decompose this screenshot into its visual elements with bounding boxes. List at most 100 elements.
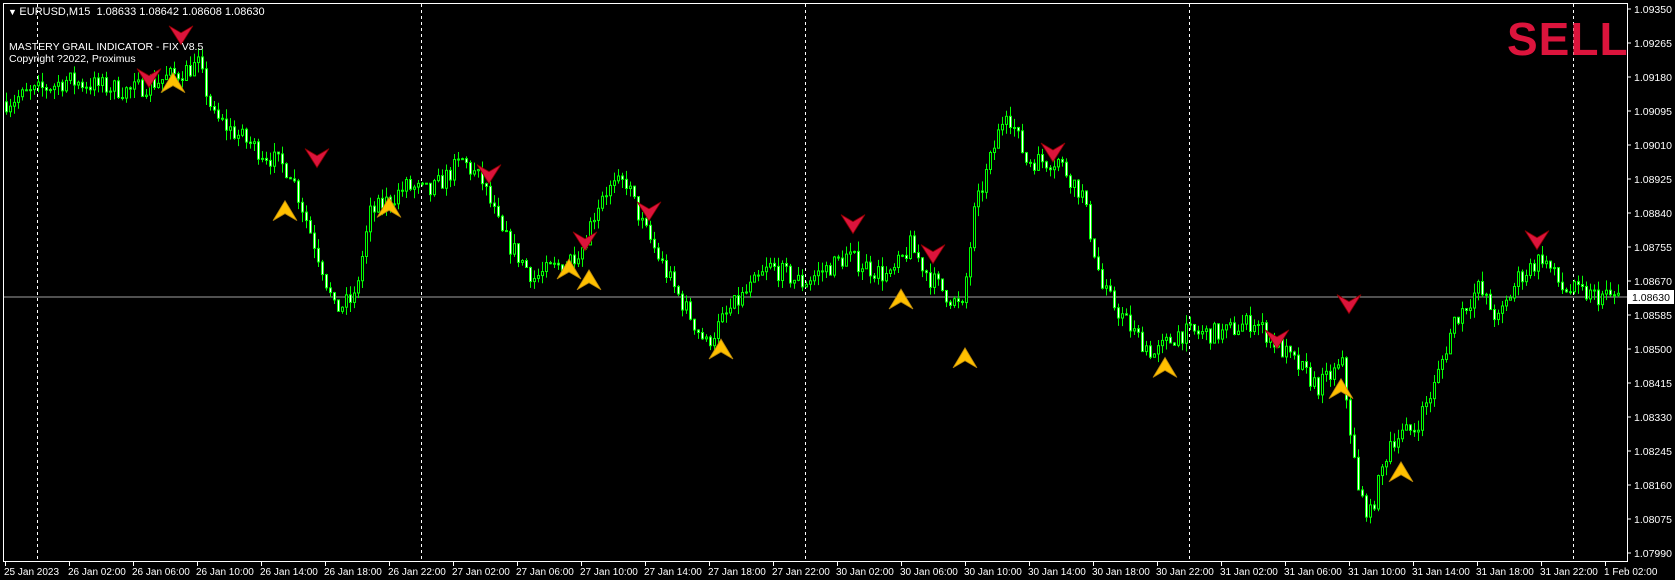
- time-axis: 25 Jan 2023 26 Jan 02:00 26 Jan 06:00 26 Ja…: [4, 562, 1658, 578]
- candle-body: [661, 258, 664, 262]
- candle-body: [1197, 330, 1200, 335]
- candle-body: [1129, 314, 1132, 332]
- candle-body: [133, 81, 136, 90]
- time-tick-label: 27 Jan 22:00: [772, 567, 830, 578]
- candle-body: [977, 190, 980, 208]
- candle-body: [125, 87, 128, 99]
- candle-body: [553, 262, 556, 265]
- candle-body: [837, 256, 840, 259]
- candle-body: [753, 274, 756, 283]
- candle-body: [157, 82, 160, 89]
- candle-body: [1125, 313, 1128, 316]
- candle-body: [721, 313, 724, 323]
- candle-body: [1333, 367, 1336, 380]
- candle-body: [1257, 324, 1260, 327]
- candle-body: [1337, 364, 1340, 369]
- candle-body: [1225, 324, 1228, 331]
- candle-body: [957, 298, 960, 302]
- candle-body: [405, 179, 408, 192]
- candle-body: [801, 274, 804, 288]
- candle-body: [185, 65, 188, 81]
- candle-body: [1117, 307, 1120, 319]
- candle-body: [1597, 289, 1600, 306]
- candle-body: [469, 162, 472, 175]
- candle-body: [273, 151, 276, 167]
- candle-body: [1073, 179, 1076, 188]
- candle-body: [1409, 424, 1412, 431]
- candle-body: [477, 168, 480, 172]
- candle-body: [1033, 162, 1036, 171]
- candle-body: [65, 79, 68, 92]
- candle-body: [1325, 370, 1328, 375]
- candle-body: [941, 278, 944, 291]
- candle-body: [697, 329, 700, 333]
- price-axis: 1.09350 1.09265 1.09180 1.09095 1.09010 1.089…: [1627, 4, 1674, 560]
- candle-body: [729, 307, 732, 314]
- candle-body: [41, 81, 44, 89]
- price-chart[interactable]: 1.09350 1.09265 1.09180 1.09095 1.09010 1.089…: [0, 0, 1675, 580]
- candle-body: [937, 273, 940, 280]
- candle-body: [1249, 315, 1252, 333]
- candle-body: [109, 90, 112, 93]
- candle-body: [1613, 294, 1616, 297]
- candle-body: [1293, 351, 1296, 356]
- candle-body: [1045, 161, 1048, 169]
- candle-body: [193, 62, 196, 77]
- price-tick-label: 1.08160: [1634, 480, 1672, 492]
- candle-body: [989, 152, 992, 170]
- candle-body: [1069, 175, 1072, 188]
- candle-body: [181, 78, 184, 81]
- candle-body: [629, 185, 632, 190]
- candle-body: [1581, 284, 1584, 287]
- candle-body: [1609, 289, 1612, 296]
- candle-body: [1025, 152, 1028, 163]
- candle-body: [1465, 308, 1468, 311]
- candle-body: [861, 268, 864, 273]
- candle-body: [145, 94, 148, 97]
- candle-body: [237, 134, 240, 139]
- candle-body: [757, 274, 760, 277]
- candle-body: [725, 312, 728, 315]
- candle-body: [889, 269, 892, 275]
- candle-body: [45, 87, 48, 91]
- candle-body: [737, 295, 740, 306]
- candle-body: [169, 67, 172, 76]
- candle-body: [1473, 292, 1476, 309]
- candle-body: [693, 318, 696, 331]
- candle-body: [1425, 402, 1428, 408]
- candle-body: [1181, 331, 1184, 344]
- price-tick-label: 1.09180: [1634, 72, 1672, 84]
- time-tick-label: 26 Jan 02:00: [68, 567, 126, 578]
- candle-body: [29, 89, 32, 92]
- candle-body: [89, 86, 92, 91]
- candle-body: [1401, 429, 1404, 440]
- candle-body: [329, 287, 332, 294]
- candle-body: [901, 254, 904, 257]
- candle-body: [53, 85, 56, 91]
- candle-body: [785, 262, 788, 267]
- candle-body: [769, 262, 772, 268]
- indicator-name: MASTERY GRAIL INDICATOR - FIX V8.5: [9, 41, 204, 53]
- time-tick-label: 31 Jan 10:00: [1348, 567, 1406, 578]
- triangle-down-icon[interactable]: ▼: [8, 7, 19, 17]
- candle-body: [933, 273, 936, 288]
- candle-body: [905, 254, 908, 260]
- candle-body: [841, 257, 844, 267]
- price-tick-label: 1.08755: [1634, 242, 1672, 254]
- candle-body: [1381, 466, 1384, 477]
- candle-body: [457, 158, 460, 161]
- candle-body: [313, 232, 316, 249]
- time-tick-label: 27 Jan 06:00: [516, 567, 574, 578]
- candle-body: [1321, 373, 1324, 396]
- candle-body: [1341, 357, 1344, 366]
- candle-body: [461, 158, 464, 161]
- candle-body: [601, 195, 604, 209]
- candle-body: [613, 180, 616, 186]
- candle-body: [1137, 328, 1140, 333]
- candle-body: [221, 117, 224, 120]
- candle-body: [1373, 504, 1376, 510]
- candle-body: [1217, 323, 1220, 340]
- candle-body: [1169, 336, 1172, 344]
- candle-body: [909, 235, 912, 260]
- candle-body: [573, 254, 576, 265]
